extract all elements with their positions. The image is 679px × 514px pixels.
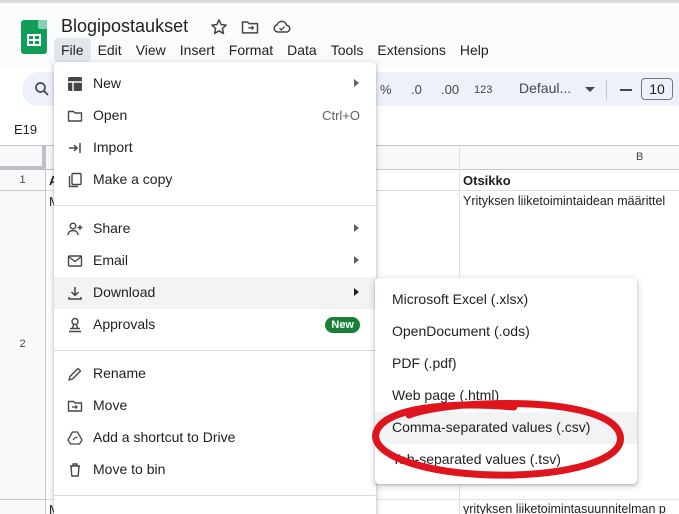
menu-item-rename[interactable]: Rename <box>54 358 376 390</box>
mail-icon <box>67 255 83 267</box>
cell-b2[interactable]: Yrityksen liiketoimintaidean määrittel <box>463 194 665 208</box>
menu-item-label: Share <box>93 220 131 236</box>
menu-item-download[interactable]: Download <box>54 277 376 309</box>
move-folder-icon <box>67 400 83 412</box>
menu-separator <box>54 205 376 206</box>
download-option-html[interactable]: Web page (.html) <box>375 380 637 412</box>
column-header-b[interactable]: B <box>636 151 643 163</box>
trash-icon <box>70 463 80 477</box>
cell-b1[interactable]: Otsikko <box>463 173 511 188</box>
cloud-status-icon[interactable] <box>272 17 292 37</box>
menu-item-label: Add a shortcut to Drive <box>93 429 236 445</box>
download-option-label: Tab-separated values (.tsv) <box>392 451 561 467</box>
menu-help[interactable]: Help <box>453 38 496 62</box>
row-header-3[interactable] <box>0 500 46 514</box>
download-option-ods[interactable]: OpenDocument (.ods) <box>375 316 637 348</box>
menu-item-label: New <box>93 75 122 91</box>
submenu-arrow-icon <box>354 79 359 87</box>
menu-separator <box>54 495 376 496</box>
menu-item-approvals[interactable]: Approvals New <box>54 309 376 341</box>
submenu-arrow-icon <box>354 288 359 296</box>
chevron-down-icon <box>585 87 595 92</box>
menu-separator <box>54 350 376 351</box>
row-header-2[interactable]: 2 <box>0 191 46 500</box>
menu-view[interactable]: View <box>129 38 173 62</box>
document-title[interactable]: Blogipostaukset <box>61 16 188 37</box>
font-size-input[interactable]: 10 <box>641 78 673 100</box>
import-icon <box>69 143 81 153</box>
download-option-label: OpenDocument (.ods) <box>392 323 530 339</box>
menu-edit[interactable]: Edit <box>91 38 129 62</box>
download-option-label: Web page (.html) <box>392 387 500 403</box>
search-menus-icon[interactable] <box>33 80 51 98</box>
menu-format[interactable]: Format <box>222 38 280 62</box>
increase-decimal-button[interactable]: .00 <box>441 82 459 97</box>
copy-icon <box>68 172 82 188</box>
folder-icon <box>67 110 83 122</box>
decrease-font-size-icon[interactable] <box>620 89 632 91</box>
menu-item-label: Approvals <box>93 316 156 332</box>
file-menu: New Open Ctrl+O Import Make a copy Share <box>54 62 376 514</box>
menu-item-new[interactable]: New <box>54 68 376 100</box>
menu-tools[interactable]: Tools <box>324 38 371 62</box>
download-option-pdf[interactable]: PDF (.pdf) <box>375 348 637 380</box>
new-badge: New <box>325 317 360 333</box>
share-person-icon <box>67 222 83 236</box>
menu-item-email[interactable]: Email <box>54 245 376 277</box>
row-header-1[interactable]: 1 <box>0 170 46 191</box>
select-all-corner[interactable] <box>0 146 46 170</box>
move-to-folder-icon[interactable] <box>240 17 260 37</box>
more-formats-button[interactable]: 123 <box>474 84 492 96</box>
download-option-label: PDF (.pdf) <box>392 355 457 371</box>
download-option-xlsx[interactable]: Microsoft Excel (.xlsx) <box>375 284 637 316</box>
menu-file[interactable]: File <box>54 38 91 62</box>
new-sheet-icon <box>68 77 82 91</box>
menu-item-label: Make a copy <box>93 171 173 187</box>
star-icon[interactable] <box>209 17 229 37</box>
shortcut-label: Ctrl+O <box>322 108 360 123</box>
font-select[interactable]: Defaul... <box>519 80 571 96</box>
approvals-icon <box>69 317 81 333</box>
menu-item-move[interactable]: Move <box>54 390 376 422</box>
name-box[interactable]: E19 <box>14 122 37 137</box>
pencil-icon <box>68 367 82 381</box>
submenu-arrow-icon <box>354 224 359 232</box>
menu-item-label: Download <box>93 284 156 300</box>
download-option-csv[interactable]: Comma-separated values (.csv) <box>375 412 637 444</box>
toolbar-divider <box>606 80 607 100</box>
menu-item-label: Import <box>93 139 133 155</box>
menu-insert[interactable]: Insert <box>173 38 222 62</box>
submenu-arrow-icon <box>354 256 359 264</box>
download-option-label: Comma-separated values (.csv) <box>392 419 591 435</box>
cell-b3[interactable]: yrityksen liiketoimintasuunnitelman p <box>463 502 666 514</box>
menu-item-make-copy[interactable]: Make a copy <box>54 164 376 196</box>
sheets-logo-icon[interactable] <box>21 20 47 54</box>
menu-data[interactable]: Data <box>280 38 324 62</box>
menu-item-move-to-bin[interactable]: Move to bin <box>54 454 376 486</box>
menu-item-label: Move <box>93 397 128 413</box>
percent-format-button[interactable]: % <box>380 82 392 97</box>
menu-bar: File Edit View Insert Format Data Tools … <box>54 38 496 62</box>
menu-item-share[interactable]: Share <box>54 213 376 245</box>
menu-extensions[interactable]: Extensions <box>370 38 452 62</box>
download-icon <box>68 287 82 300</box>
download-submenu: Microsoft Excel (.xlsx) OpenDocument (.o… <box>375 278 637 484</box>
menu-item-import[interactable]: Import <box>54 132 376 164</box>
menu-item-open[interactable]: Open Ctrl+O <box>54 100 376 132</box>
menu-item-label: Email <box>93 252 129 268</box>
menu-item-add-shortcut[interactable]: Add a shortcut to Drive <box>54 422 376 454</box>
menu-item-label: Open <box>93 107 128 123</box>
drive-shortcut-icon <box>67 431 83 445</box>
top-border <box>0 0 679 3</box>
decrease-decimal-button[interactable]: .0 <box>411 82 422 97</box>
menu-item-label: Rename <box>93 365 146 381</box>
menu-item-label: Move to bin <box>93 461 166 477</box>
download-option-label: Microsoft Excel (.xlsx) <box>392 291 529 307</box>
download-option-tsv[interactable]: Tab-separated values (.tsv) <box>375 444 637 476</box>
